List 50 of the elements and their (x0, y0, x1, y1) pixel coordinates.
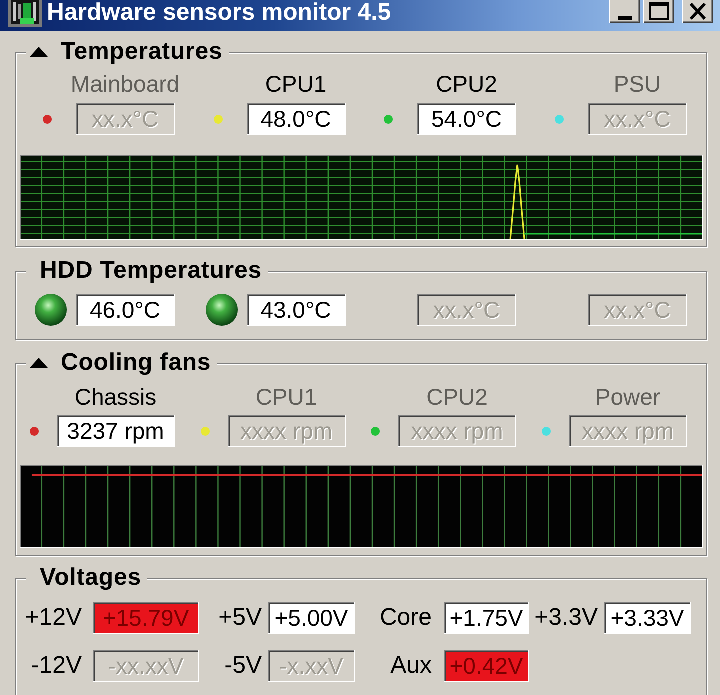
fan-speed-readout: xxxx rpm (569, 415, 687, 447)
fan-label: CPU1 (256, 384, 318, 410)
temperature-readout: 54.0°C (417, 103, 516, 135)
hdd-temperature-readout: 46.0°C (76, 294, 175, 326)
close-button[interactable] (682, 0, 713, 23)
voltage-readout: -xx.xxV (93, 650, 199, 682)
voltage-readout: +0.42V (444, 650, 529, 682)
voltage-label: +5V (218, 604, 262, 632)
led-icon (206, 294, 238, 326)
fan-label: CPU2 (426, 384, 488, 410)
voltage-label: +12V (25, 604, 82, 632)
voltage-readout: +15.79V (93, 602, 199, 634)
section-title: Temperatures (61, 38, 223, 66)
window-title: Hardware sensors monitor 4.5 (47, 0, 392, 25)
maximize-icon (648, 2, 668, 20)
temperature-readout: xx.x°C (76, 103, 175, 135)
sensor-label: PSU (614, 71, 662, 97)
fan-speed-readout: xxxx rpm (228, 415, 346, 447)
sensor-label: CPU2 (436, 71, 498, 97)
collapse-icon[interactable] (30, 47, 48, 57)
section-title: HDD Temperatures (40, 257, 262, 285)
minimize-button[interactable] (609, 0, 640, 23)
temperature-readout: xx.x°C (588, 103, 687, 135)
led-icon (34, 294, 67, 326)
voltage-label: +3.3V (534, 604, 598, 632)
voltage-label: Aux (390, 652, 432, 680)
voltage-label: -12V (31, 652, 82, 680)
collapse-icon[interactable] (30, 358, 48, 368)
hdd-temperature-readout: 43.0°C (246, 294, 346, 326)
voltage-readout: +1.75V (444, 602, 529, 634)
app-icon (8, 0, 42, 27)
section-title: Cooling fans (61, 349, 212, 377)
hdd-temperature-readout: xx.x°C (417, 294, 516, 326)
voltage-readout: -x.xxV (268, 650, 355, 682)
fan-speed-readout: xxxx rpm (398, 415, 516, 447)
voltage-label: -5V (224, 652, 262, 680)
fan-label: Chassis (74, 384, 157, 410)
voltage-readout: +3.33V (604, 602, 691, 634)
fan-label: Power (595, 384, 661, 410)
sensor-label: Mainboard (70, 71, 180, 97)
minimize-icon (618, 16, 632, 20)
section-title: Voltages (40, 564, 142, 592)
voltage-readout: +5.00V (268, 602, 355, 634)
temperature-readout: 48.0°C (246, 103, 346, 135)
fan-speed-readout: 3237 rpm (56, 415, 175, 447)
maximize-button[interactable] (643, 0, 674, 23)
voltage-label: Core (380, 604, 432, 632)
sensor-label: CPU1 (265, 71, 327, 97)
hdd-temperature-readout: xx.x°C (588, 294, 687, 326)
close-icon (688, 3, 706, 20)
